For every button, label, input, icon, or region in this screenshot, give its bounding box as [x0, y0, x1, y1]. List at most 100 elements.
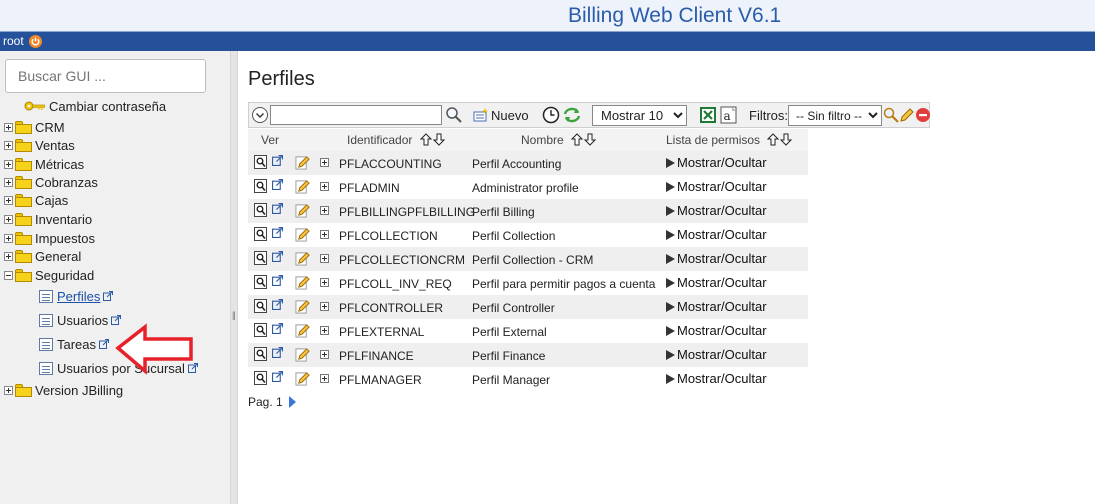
column-header-lista-de-permisos[interactable]: Lista de permisos	[666, 133, 793, 147]
view-icon[interactable]	[254, 203, 267, 220]
edit-icon[interactable]	[295, 275, 310, 293]
expand-row-icon[interactable]	[320, 350, 329, 359]
table-row[interactable]: PFLBILLINGPFLBILLING Perfil Billing Mostra…	[248, 199, 808, 223]
expand-icon[interactable]	[4, 141, 13, 150]
pdf-icon[interactable]: a	[720, 106, 738, 124]
sort-icon[interactable]	[419, 133, 446, 146]
search-gui-input[interactable]	[5, 59, 206, 93]
expand-icon[interactable]	[4, 178, 13, 187]
sidebar-item-metricas[interactable]: Métricas	[4, 156, 84, 173]
expand-row-icon[interactable]	[320, 254, 329, 263]
sidebar-item-ventas[interactable]: Ventas	[4, 137, 75, 154]
external-link-icon[interactable]	[272, 323, 283, 337]
splitter-grip-icon[interactable]: ||	[232, 310, 236, 320]
edit-icon[interactable]	[295, 227, 310, 245]
expand-icon[interactable]	[4, 123, 13, 132]
show-hide-permissions-toggle[interactable]: Mostrar/Ocultar	[666, 203, 767, 218]
column-header-nombre[interactable]: Nombre	[521, 133, 597, 147]
page-size-select[interactable]: Mostrar 10	[592, 105, 687, 126]
collapse-icon[interactable]	[4, 271, 13, 280]
show-hide-permissions-toggle[interactable]: Mostrar/Ocultar	[666, 275, 767, 290]
view-icon[interactable]	[254, 251, 267, 268]
table-row[interactable]: PFLCOLLECTION Perfil Collection Mostrar/Oc…	[248, 223, 808, 247]
sidebar-item-general[interactable]: General	[4, 248, 81, 265]
sort-icon[interactable]	[571, 133, 597, 146]
grid-search-input[interactable]	[270, 105, 442, 125]
view-icon[interactable]	[254, 227, 267, 244]
excel-icon[interactable]	[699, 106, 717, 124]
edit-icon[interactable]	[295, 251, 310, 269]
show-hide-permissions-toggle[interactable]: Mostrar/Ocultar	[666, 299, 767, 314]
view-icon[interactable]	[254, 275, 267, 292]
external-link-icon[interactable]	[272, 251, 283, 265]
table-row[interactable]: PFLCOLLECTIONCRM Perfil Collection - CRM M…	[248, 247, 808, 271]
external-link-icon[interactable]	[272, 347, 283, 361]
expand-row-icon[interactable]	[320, 206, 329, 215]
table-row[interactable]: PFLACCOUNTING Perfil Accounting Mostrar/Oc…	[248, 151, 808, 175]
expand-row-icon[interactable]	[320, 182, 329, 191]
expand-row-icon[interactable]	[320, 374, 329, 383]
expand-row-icon[interactable]	[320, 302, 329, 311]
show-hide-permissions-toggle[interactable]: Mostrar/Ocultar	[666, 371, 767, 386]
delete-icon[interactable]	[915, 107, 931, 123]
sidebar-item-cajas[interactable]: Cajas	[4, 192, 68, 209]
external-link-icon[interactable]	[272, 227, 283, 241]
filter-edit-icon[interactable]	[899, 107, 915, 123]
expand-icon[interactable]	[4, 386, 13, 395]
external-link-icon[interactable]	[272, 203, 283, 217]
edit-icon[interactable]	[295, 323, 310, 341]
view-icon[interactable]	[254, 371, 267, 388]
sidebar-item-crm[interactable]: CRM	[4, 119, 65, 136]
external-link-icon[interactable]	[272, 155, 283, 169]
view-icon[interactable]	[254, 347, 267, 364]
edit-icon[interactable]	[295, 203, 310, 221]
show-hide-permissions-toggle[interactable]: Mostrar/Ocultar	[666, 347, 767, 362]
new-button[interactable]: Nuevo	[473, 107, 529, 123]
search-icon[interactable]	[445, 106, 463, 124]
edit-icon[interactable]	[295, 347, 310, 365]
sort-icon[interactable]	[767, 133, 793, 146]
view-icon[interactable]	[254, 155, 267, 172]
expand-icon[interactable]	[4, 196, 13, 205]
refresh-icon[interactable]	[562, 106, 582, 124]
view-icon[interactable]	[254, 323, 267, 340]
edit-icon[interactable]	[295, 371, 310, 389]
column-header-identificador[interactable]: Identificador	[347, 133, 446, 147]
external-link-icon[interactable]	[103, 291, 114, 301]
sidebar-item-tareas[interactable]: Tareas	[39, 335, 110, 353]
show-hide-permissions-toggle[interactable]: Mostrar/Ocultar	[666, 251, 767, 266]
edit-icon[interactable]	[295, 155, 310, 173]
edit-icon[interactable]	[295, 179, 310, 197]
table-row[interactable]: PFLMANAGER Perfil Manager Mostrar/Ocultar	[248, 367, 808, 391]
expand-row-icon[interactable]	[320, 278, 329, 287]
view-icon[interactable]	[254, 299, 267, 316]
sidebar-item-inventario[interactable]: Inventario	[4, 211, 92, 228]
next-page-icon[interactable]	[288, 396, 296, 408]
filter-search-icon[interactable]	[883, 107, 899, 123]
external-link-icon[interactable]	[272, 275, 283, 289]
show-hide-permissions-toggle[interactable]: Mostrar/Ocultar	[666, 323, 767, 338]
power-icon[interactable]	[29, 35, 42, 48]
expand-icon[interactable]	[4, 215, 13, 224]
expand-row-icon[interactable]	[320, 326, 329, 335]
expand-row-icon[interactable]	[320, 230, 329, 239]
show-hide-permissions-toggle[interactable]: Mostrar/Ocultar	[666, 155, 767, 170]
table-row[interactable]: PFLFINANCE Perfil Finance Mostrar/Ocultar	[248, 343, 808, 367]
show-hide-permissions-toggle[interactable]: Mostrar/Ocultar	[666, 179, 767, 194]
filter-select[interactable]: -- Sin filtro --	[788, 105, 882, 126]
external-link-icon[interactable]	[272, 371, 283, 385]
sidebar-item-version-jbilling[interactable]: Version JBilling	[4, 382, 123, 399]
chevron-down-icon[interactable]	[252, 107, 268, 123]
sidebar-item-impuestos[interactable]: Impuestos	[4, 230, 95, 247]
table-row[interactable]: PFLEXTERNAL Perfil External Mostrar/Oculta…	[248, 319, 808, 343]
expand-icon[interactable]	[4, 234, 13, 243]
table-row[interactable]: PFLCOLL_INV_REQ Perfil para permitir pago…	[248, 271, 808, 295]
sidebar-item-usuarios[interactable]: Usuarios	[39, 311, 122, 329]
external-link-icon[interactable]	[272, 179, 283, 193]
external-link-icon[interactable]	[99, 339, 110, 349]
sidebar-item-seguridad[interactable]: Seguridad	[4, 267, 94, 284]
expand-icon[interactable]	[4, 160, 13, 169]
table-row[interactable]: PFLCONTROLLER Perfil Controller Mostrar/Oc…	[248, 295, 808, 319]
edit-icon[interactable]	[295, 299, 310, 317]
view-icon[interactable]	[254, 179, 267, 196]
